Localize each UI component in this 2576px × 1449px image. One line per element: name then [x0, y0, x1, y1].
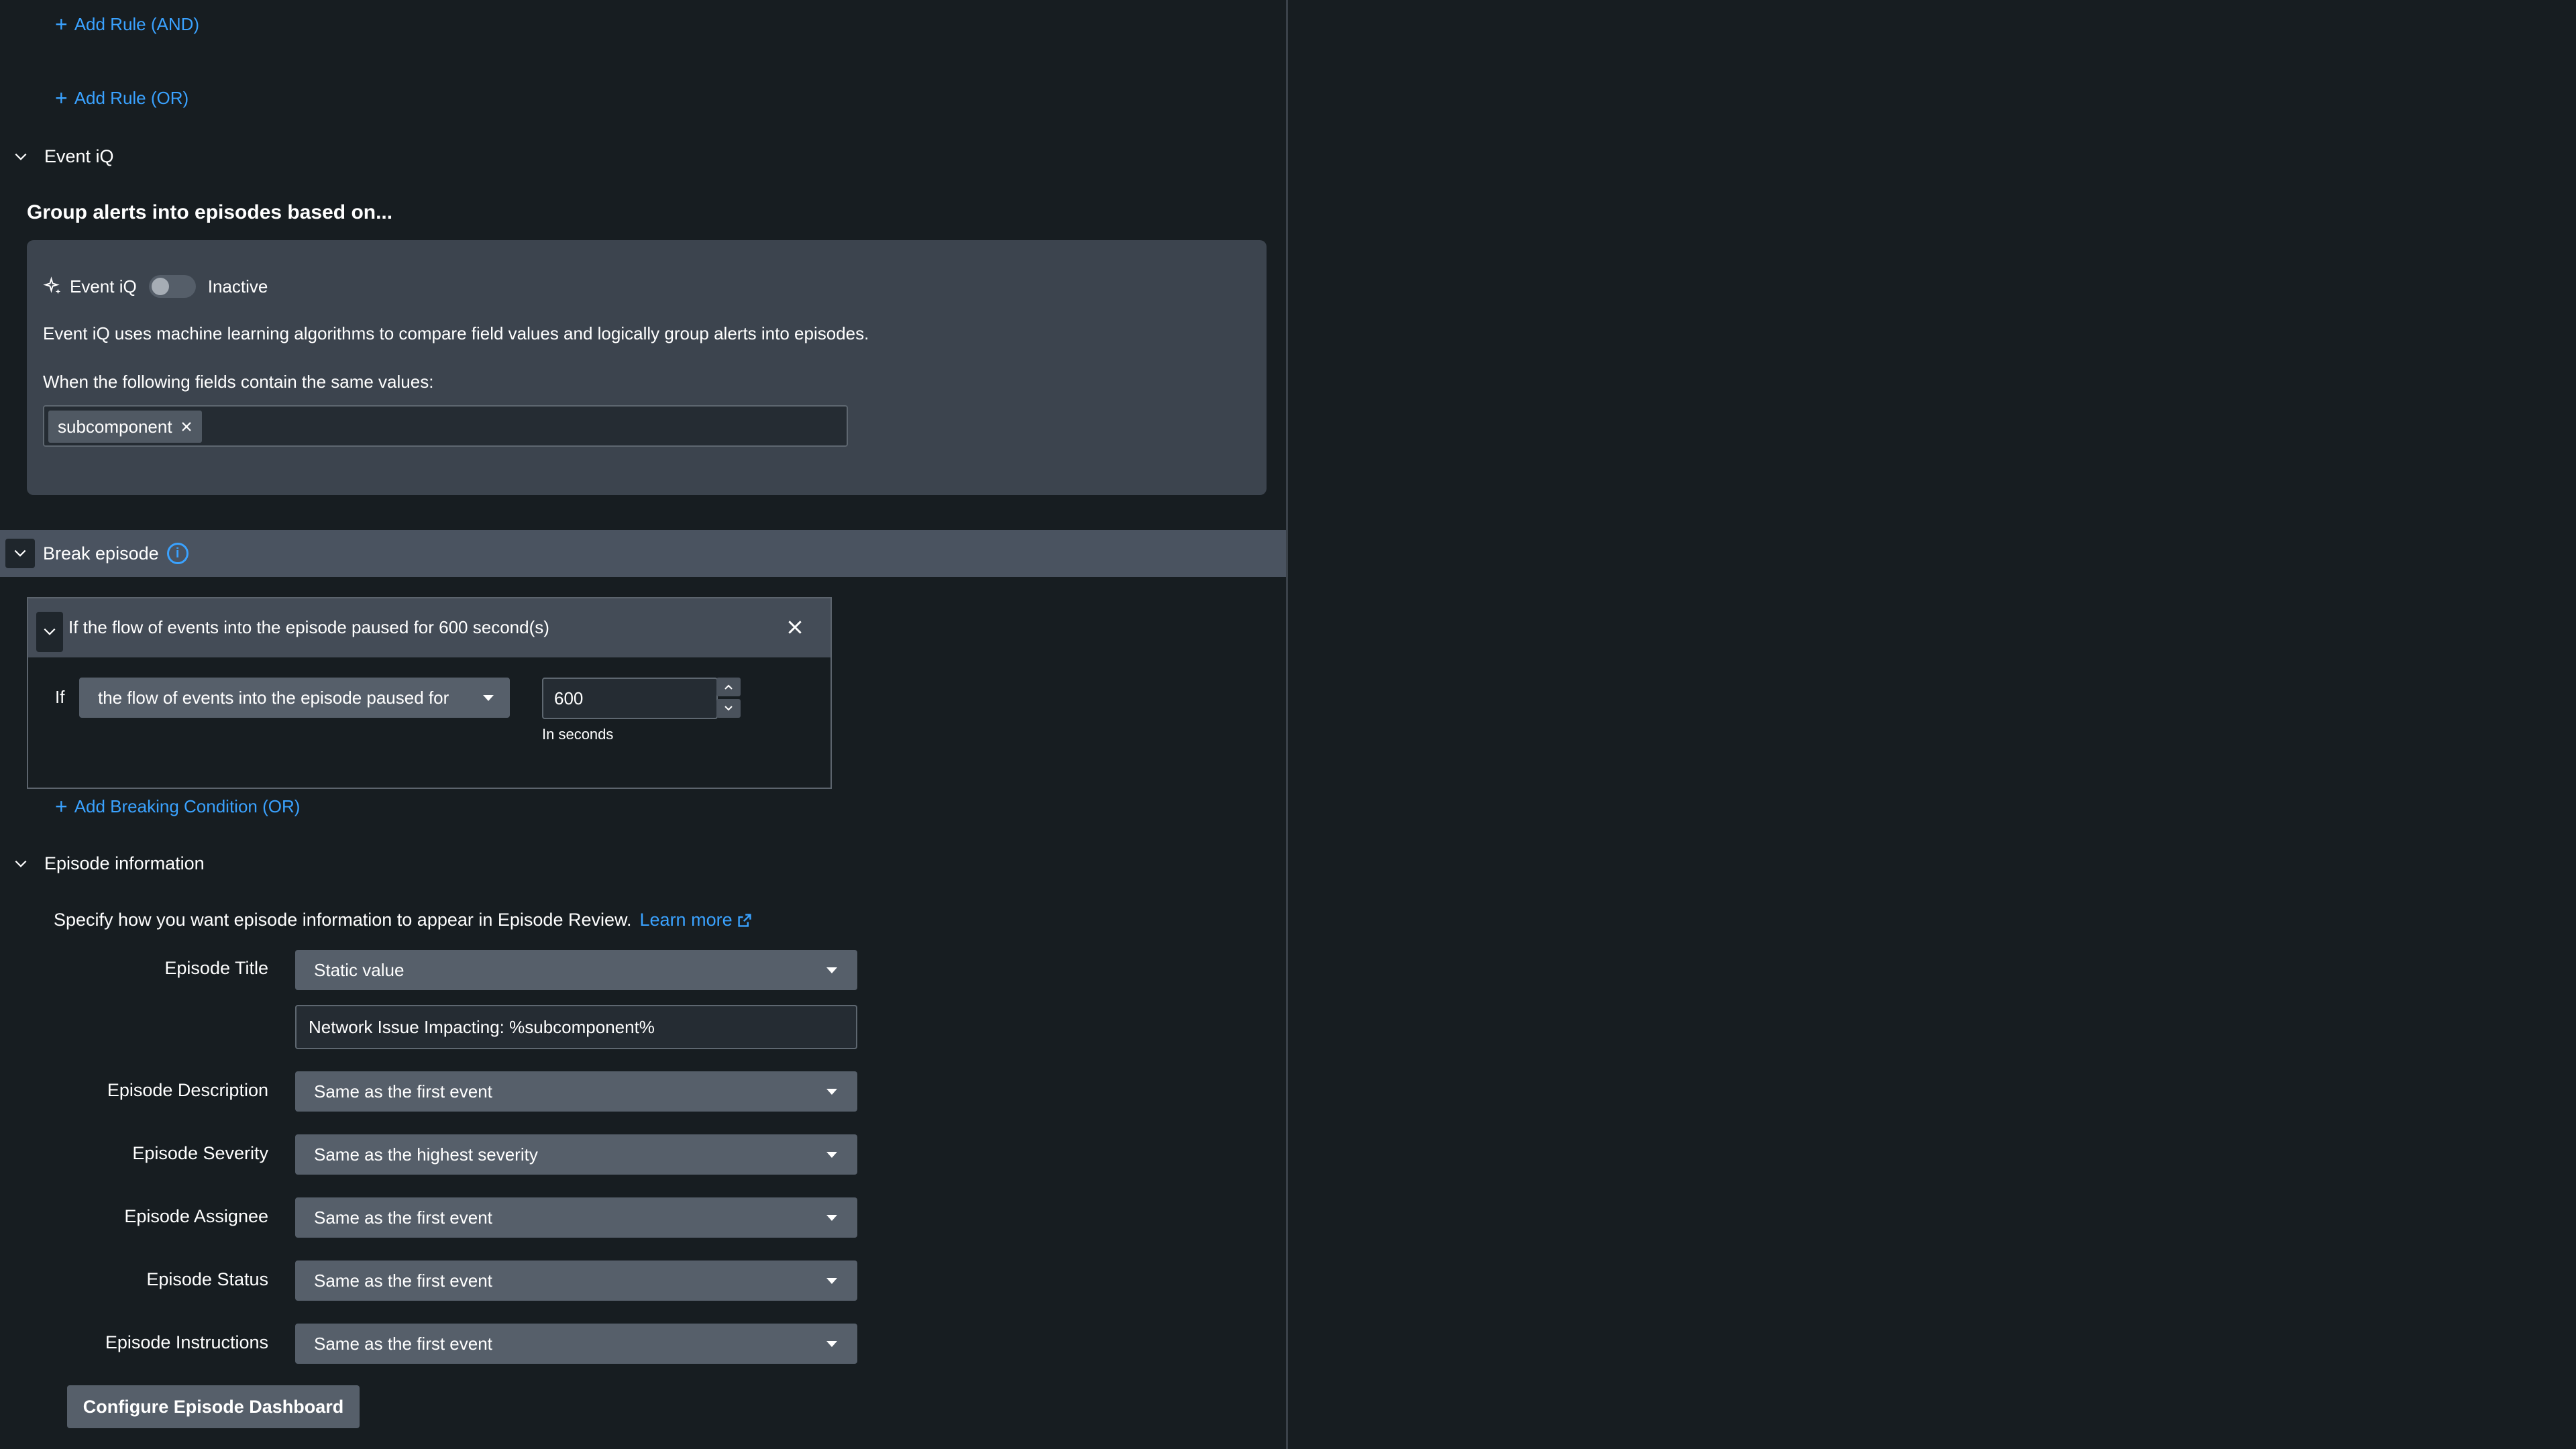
event-iq-section-toggle[interactable]: Event iQ	[11, 146, 114, 167]
sparkle-icon	[43, 276, 63, 297]
chevron-down-icon	[724, 706, 733, 711]
configure-episode-dashboard-button[interactable]: Configure Episode Dashboard	[67, 1385, 360, 1428]
add-rule-or-label: Add Rule (OR)	[74, 87, 189, 108]
field-chip: subcomponent	[48, 411, 202, 443]
condition-type-value: the flow of events into the episode paus…	[98, 687, 449, 708]
break-episode-bar[interactable]: Break episode i	[0, 530, 1286, 577]
plus-icon: +	[55, 794, 68, 818]
episode-severity-label: Episode Severity	[132, 1143, 268, 1163]
add-rule-and-link[interactable]: + Add Rule (AND)	[55, 13, 199, 35]
event-iq-description: Event iQ uses machine learning algorithm…	[43, 323, 869, 343]
chevron-down-icon	[11, 147, 31, 167]
learn-more-link[interactable]: Learn more	[640, 910, 753, 930]
left-panel: + Add Rule (AND) + Add Rule (OR) Event i…	[0, 0, 1286, 1449]
condition-collapse-button[interactable]	[36, 612, 63, 652]
episode-instructions-label: Episode Instructions	[105, 1332, 268, 1352]
condition-type-select[interactable]: the flow of events into the episode paus…	[79, 678, 510, 718]
increment-button[interactable]	[716, 678, 741, 696]
episode-title-select-value: Static value	[314, 959, 405, 980]
panel-divider	[1286, 0, 1288, 1449]
caret-down-icon	[826, 1215, 837, 1221]
episode-assignee-label: Episode Assignee	[124, 1206, 268, 1226]
chevron-down-icon	[11, 854, 31, 874]
episode-description-label: Episode Description	[107, 1080, 268, 1100]
seconds-input[interactable]: 600	[542, 678, 718, 719]
breaking-condition-header: If the flow of events into the episode p…	[28, 598, 830, 657]
event-iq-label: Event iQ	[70, 276, 137, 297]
episode-instructions-value: Same as the first event	[314, 1333, 492, 1354]
episode-assignee-select[interactable]: Same as the first event	[295, 1197, 857, 1238]
episode-instructions-select[interactable]: Same as the first event	[295, 1324, 857, 1364]
caret-down-icon	[826, 1152, 837, 1158]
episode-info-description: Specify how you want episode information…	[54, 910, 632, 930]
event-iq-toggle[interactable]	[148, 275, 196, 298]
decrement-button[interactable]	[716, 699, 741, 718]
episode-info-section-title: Episode information	[44, 853, 205, 873]
chevron-up-icon	[724, 684, 733, 690]
plus-icon: +	[55, 12, 68, 36]
break-episode-collapse-button[interactable]	[5, 539, 35, 568]
episode-description-value: Same as the first event	[314, 1081, 492, 1102]
episode-title-select[interactable]: Static value	[295, 950, 857, 990]
episode-title-input[interactable]: Network Issue Impacting: %subcomponent%	[295, 1005, 857, 1049]
episode-severity-select[interactable]: Same as the highest severity	[295, 1134, 857, 1175]
close-icon[interactable]	[786, 619, 804, 636]
external-link-icon	[737, 913, 751, 927]
chevron-down-icon	[14, 549, 26, 557]
caret-down-icon	[826, 1089, 837, 1095]
if-label: If	[55, 687, 65, 707]
add-breaking-condition-label: Add Breaking Condition (OR)	[74, 796, 301, 816]
breaking-condition-panel: If the flow of events into the episode p…	[27, 597, 832, 789]
fields-label: When the following fields contain the sa…	[43, 372, 434, 392]
episode-assignee-value: Same as the first event	[314, 1207, 492, 1228]
seconds-hint: In seconds	[542, 726, 614, 743]
info-icon[interactable]: i	[166, 543, 189, 564]
episode-info-section-toggle[interactable]: Episode information	[11, 853, 205, 874]
chevron-down-icon	[44, 628, 56, 635]
episode-status-value: Same as the first event	[314, 1270, 492, 1291]
caret-down-icon	[483, 695, 494, 701]
episode-status-select[interactable]: Same as the first event	[295, 1260, 857, 1301]
episode-description-select[interactable]: Same as the first event	[295, 1071, 857, 1112]
caret-down-icon	[826, 1341, 837, 1347]
break-episode-title: Break episode	[43, 543, 159, 564]
caret-down-icon	[826, 1278, 837, 1284]
close-icon[interactable]	[180, 421, 193, 433]
caret-down-icon	[826, 967, 837, 973]
group-alerts-title: Group alerts into episodes based on...	[27, 201, 393, 223]
episode-severity-value: Same as the highest severity	[314, 1144, 538, 1165]
event-iq-toggle-state: Inactive	[207, 276, 268, 297]
add-rule-and-label: Add Rule (AND)	[74, 13, 200, 34]
seconds-value: 600	[554, 688, 584, 708]
add-rule-or-link[interactable]: + Add Rule (OR)	[55, 87, 189, 109]
field-chip-label: subcomponent	[58, 416, 172, 437]
episode-title-input-value: Network Issue Impacting: %subcomponent%	[309, 1016, 655, 1037]
event-iq-section-title: Event iQ	[44, 146, 114, 166]
fields-multiselect[interactable]: subcomponent	[43, 405, 848, 447]
add-breaking-condition-link[interactable]: + Add Breaking Condition (OR)	[55, 796, 300, 817]
condition-title: If the flow of events into the episode p…	[68, 617, 549, 637]
learn-more-label: Learn more	[639, 910, 733, 930]
event-iq-panel: Event iQ Inactive Event iQ uses machine …	[27, 240, 1267, 495]
episode-title-label: Episode Title	[164, 958, 268, 978]
episode-status-label: Episode Status	[146, 1269, 268, 1289]
plus-icon: +	[55, 86, 68, 110]
event-iq-toggle-row: Event iQ Inactive	[43, 275, 268, 298]
episode-info-description-row: Specify how you want episode information…	[54, 910, 753, 930]
